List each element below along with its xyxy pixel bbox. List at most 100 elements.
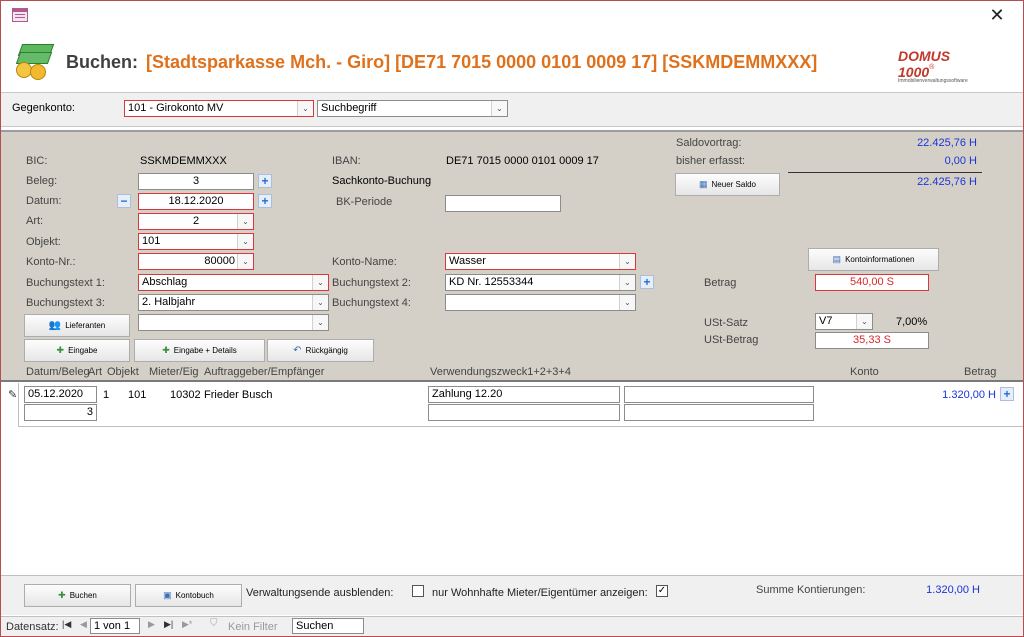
bk-periode-field[interactable] bbox=[445, 195, 561, 212]
datum-minus-icon[interactable]: − bbox=[117, 194, 131, 208]
bic-label: BIC: bbox=[26, 155, 48, 167]
neuer-saldo-button[interactable]: ▦ Neuer Saldo bbox=[675, 173, 780, 196]
gegenkonto-select[interactable]: 101 - Girokonto MV ⌄ bbox=[124, 100, 314, 117]
sachkonto-label: Sachkonto-Buchung bbox=[332, 175, 432, 187]
buchen-label: Buchen bbox=[69, 591, 97, 600]
undo-icon: ↶ bbox=[293, 345, 302, 356]
buchungstext3-select[interactable]: 2. Halbjahr ⌄ bbox=[138, 294, 329, 311]
kontoinformationen-label: Kontoinformationen bbox=[845, 255, 915, 264]
lieferanten-select[interactable]: ⌄ bbox=[138, 314, 329, 331]
ust-betrag-field[interactable]: 35,33 S bbox=[815, 332, 929, 349]
chevron-down-icon[interactable]: ⌄ bbox=[619, 275, 635, 290]
chevron-down-icon[interactable]: ⌄ bbox=[491, 101, 507, 116]
prev-record-icon[interactable]: ◀ bbox=[80, 619, 87, 630]
eingabe-details-button[interactable]: ✚ Eingabe + Details bbox=[134, 339, 265, 362]
eingabe-button[interactable]: ✚ Eingabe bbox=[24, 339, 130, 362]
logo-sup: ® bbox=[929, 64, 935, 71]
chevron-down-icon[interactable]: ⌄ bbox=[619, 295, 635, 310]
rueckgaengig-label: Rückgängig bbox=[305, 346, 348, 355]
chevron-down-icon[interactable]: ⌄ bbox=[297, 101, 313, 116]
bisher-erfasst-label: bisher erfasst: bbox=[676, 155, 746, 167]
datensatz-label: Datensatz: bbox=[6, 621, 59, 633]
row-beleg[interactable]: 3 bbox=[24, 404, 97, 421]
art-select[interactable]: 2 ⌄ bbox=[138, 213, 254, 230]
objekt-select[interactable]: 101 ⌄ bbox=[138, 233, 254, 250]
buchungstext4-select[interactable]: ⌄ bbox=[445, 294, 636, 311]
betrag-field[interactable]: 540,00 S bbox=[815, 274, 929, 291]
buchungstext1-value: Abschlag bbox=[142, 276, 188, 288]
beleg-field[interactable]: 3 bbox=[138, 173, 254, 190]
row-name: Frieder Busch bbox=[204, 389, 273, 401]
kontoinformationen-button[interactable]: ▤ Kontoinformationen bbox=[808, 248, 939, 271]
header-objekt: Objekt bbox=[107, 366, 139, 378]
buchungstext2-value: KD Nr. 12553344 bbox=[449, 276, 534, 288]
lieferanten-button[interactable]: 👥 Lieferanten bbox=[24, 314, 130, 337]
buchungstext1-label: Buchungstext 1: bbox=[26, 277, 105, 289]
kontobuch-button[interactable]: ▣ Kontobuch bbox=[135, 584, 242, 607]
ust-satz-value: V7 bbox=[819, 315, 833, 327]
row-vz4[interactable] bbox=[624, 404, 814, 421]
buchungstext2-plus-icon[interactable]: + bbox=[640, 275, 654, 289]
header-auftraggeber: Auftraggeber/Empfänger bbox=[204, 366, 325, 378]
suchbegriff-select[interactable]: Suchbegriff ⌄ bbox=[317, 100, 508, 117]
beleg-plus-icon[interactable]: + bbox=[258, 174, 272, 188]
saldo-divider bbox=[788, 172, 982, 173]
row-art: 1 bbox=[103, 389, 110, 401]
row-betrag: 1.320,00 H bbox=[942, 389, 996, 401]
ust-satz-select[interactable]: V7 ⌄ bbox=[815, 313, 873, 330]
record-position[interactable]: 1 von 1 bbox=[90, 618, 140, 634]
buchungstext1-select[interactable]: Abschlag ⌄ bbox=[138, 274, 329, 291]
saldovortrag-value: 22.425,76 H bbox=[917, 137, 977, 149]
ust-satz-label: USt-Satz bbox=[704, 317, 749, 329]
eingabe-label: Eingabe bbox=[68, 346, 98, 355]
form-icon bbox=[12, 8, 28, 22]
list-body bbox=[1, 428, 1023, 575]
konto-name-select[interactable]: Wasser ⌄ bbox=[445, 253, 636, 270]
first-record-icon[interactable]: |◀ bbox=[62, 619, 71, 630]
chevron-down-icon[interactable]: ⌄ bbox=[237, 254, 253, 269]
nur-wohnhafte-checkbox[interactable]: ✓ bbox=[656, 585, 668, 597]
buchungstext3-label: Buchungstext 3: bbox=[26, 297, 105, 309]
header-konto: Konto bbox=[850, 366, 879, 378]
row-objekt: 101 bbox=[128, 389, 147, 401]
verwaltungsende-checkbox[interactable] bbox=[412, 585, 424, 597]
row-vz3[interactable] bbox=[428, 404, 620, 421]
chevron-down-icon[interactable]: ⌄ bbox=[237, 234, 253, 249]
bk-periode-label: BK-Periode bbox=[336, 196, 393, 208]
chevron-down-icon[interactable]: ⌄ bbox=[312, 275, 328, 290]
nur-wohnhafte-label: nur Wohnhafte Mieter/Eigentümer anzeigen… bbox=[432, 587, 648, 599]
row-plus-icon[interactable]: + bbox=[1000, 387, 1014, 401]
header-mieter: Mieter/Eig bbox=[149, 366, 199, 378]
row-datum[interactable]: 05.12.2020 bbox=[24, 386, 97, 403]
konto-nr-select[interactable]: 80000 ⌄ bbox=[138, 253, 254, 270]
chevron-down-icon[interactable]: ⌄ bbox=[619, 254, 635, 269]
rueckgaengig-button[interactable]: ↶ Rückgängig bbox=[267, 339, 374, 362]
buchungstext2-label: Buchungstext 2: bbox=[332, 277, 411, 289]
last-record-icon[interactable]: ▶| bbox=[164, 619, 173, 630]
chevron-down-icon[interactable]: ⌄ bbox=[856, 314, 872, 329]
close-icon[interactable]: ✕ bbox=[986, 4, 1008, 26]
logo-text: DOMUS 1000 bbox=[898, 48, 951, 80]
suchen-field[interactable]: Suchen bbox=[292, 618, 364, 634]
konto-nr-value: 80000 bbox=[204, 255, 235, 267]
next-record-icon[interactable]: ▶ bbox=[148, 619, 155, 630]
header-prefix: Buchen: bbox=[66, 52, 138, 72]
buchungstext2-select[interactable]: KD Nr. 12553344 ⌄ bbox=[445, 274, 636, 291]
filter-icon[interactable]: ⛉ bbox=[210, 618, 218, 629]
row-vz1[interactable]: Zahlung 12.20 bbox=[428, 386, 620, 403]
pencil-icon: ✎ bbox=[8, 389, 18, 401]
chevron-down-icon[interactable]: ⌄ bbox=[312, 315, 328, 330]
verwaltungsende-label: Verwaltungsende ausblenden: bbox=[246, 587, 394, 599]
datum-field[interactable]: 18.12.2020 bbox=[138, 193, 254, 210]
kein-filter-label[interactable]: Kein Filter bbox=[228, 621, 278, 633]
saldo-total: 22.425,76 H bbox=[917, 176, 977, 188]
beleg-label: Beleg: bbox=[26, 175, 58, 187]
datum-label: Datum: bbox=[26, 195, 62, 207]
green-check-icon: ✚ bbox=[58, 590, 66, 600]
chevron-down-icon[interactable]: ⌄ bbox=[237, 214, 253, 229]
buchen-button[interactable]: ✚ Buchen bbox=[24, 584, 131, 607]
datum-plus-icon[interactable]: + bbox=[258, 194, 272, 208]
chevron-down-icon[interactable]: ⌄ bbox=[312, 295, 328, 310]
row-vz2[interactable] bbox=[624, 386, 814, 403]
new-record-icon[interactable]: ▶* bbox=[182, 619, 192, 630]
